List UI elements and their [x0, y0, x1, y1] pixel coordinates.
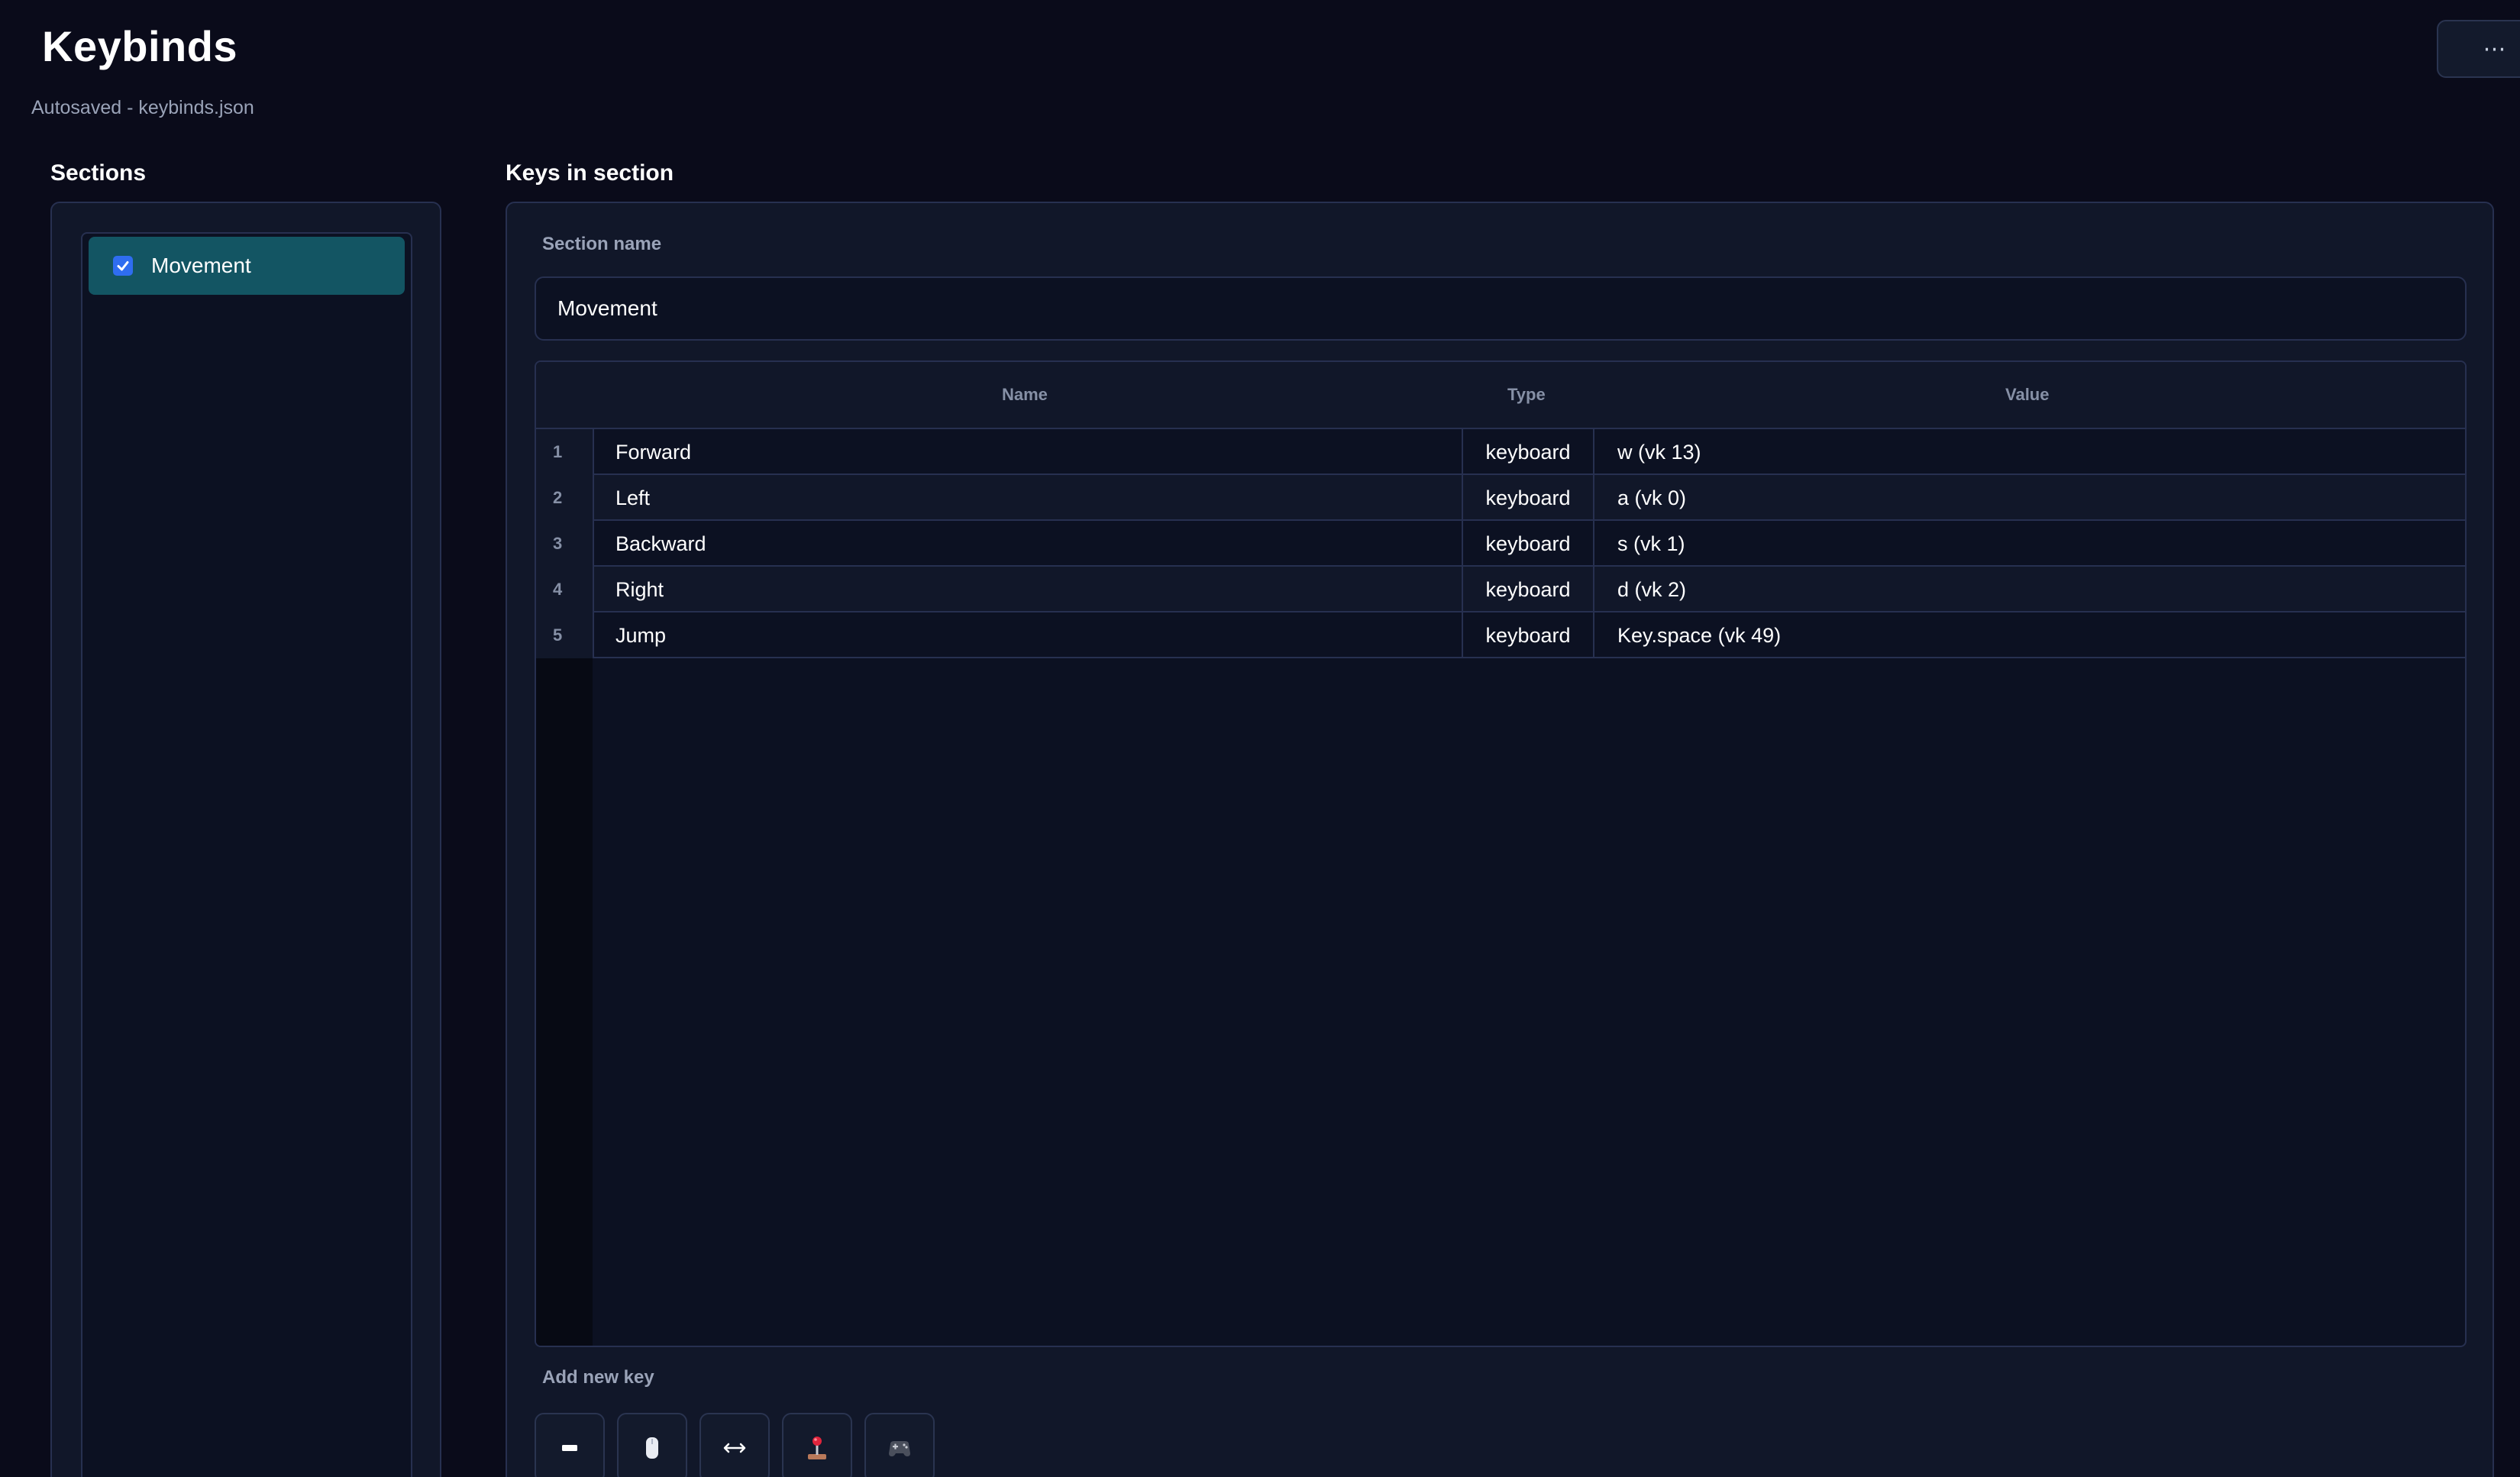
table-body: 1 Forward keyboard w (vk 13) 2 Left keyb… [536, 429, 2465, 658]
key-type-cell[interactable]: keyboard [1462, 567, 1593, 612]
sections-list: Movement [81, 232, 412, 1477]
key-name-cell[interactable]: Backward [593, 521, 1462, 567]
table-row[interactable]: 1 Forward keyboard w (vk 13) [536, 429, 2465, 475]
key-name-cell[interactable]: Left [593, 475, 1462, 521]
key-value-cell[interactable]: d (vk 2) [1593, 567, 2465, 612]
axis-arrows-icon [723, 1443, 746, 1453]
key-type-cell[interactable]: keyboard [1462, 429, 1593, 475]
column-header-type[interactable]: Type [1507, 385, 1546, 405]
sections-heading: Sections [50, 160, 147, 186]
section-item-movement[interactable]: Movement [89, 237, 405, 295]
keyboard-key-icon [562, 1445, 577, 1451]
row-number: 1 [536, 429, 593, 475]
key-type-cell[interactable]: keyboard [1462, 521, 1593, 567]
key-value-cell[interactable]: Key.space (vk 49) [1593, 612, 2465, 658]
key-name-cell[interactable]: Forward [593, 429, 1462, 475]
row-number: 4 [536, 567, 593, 612]
keys-table: Name Type Value 1 Forward keyboard w (vk… [535, 360, 2467, 1347]
table-header: Name Type Value [536, 362, 2465, 429]
column-header-value[interactable]: Value [2005, 385, 2049, 405]
page-title: Keybinds [42, 22, 238, 70]
column-header-name[interactable]: Name [1002, 385, 1048, 405]
table-row[interactable]: 5 Jump keyboard Key.space (vk 49) [536, 612, 2465, 658]
table-row[interactable]: 4 Right keyboard d (vk 2) [536, 567, 2465, 612]
row-number: 5 [536, 612, 593, 658]
add-new-key-label: Add new key [542, 1367, 654, 1388]
key-name-cell[interactable]: Jump [593, 612, 1462, 658]
add-joystick-button[interactable] [782, 1413, 852, 1477]
autosave-status: Autosaved - keybinds.json [31, 97, 254, 118]
key-value-cell[interactable]: a (vk 0) [1593, 475, 2465, 521]
keys-heading: Keys in section [506, 160, 674, 186]
key-value-cell[interactable]: s (vk 1) [1593, 521, 2465, 567]
add-axis-button[interactable] [699, 1413, 770, 1477]
section-name-label: Section name [542, 234, 662, 254]
ellipsis-icon: ⋯ [2483, 36, 2507, 62]
add-mouse-button[interactable] [617, 1413, 687, 1477]
key-type-cell[interactable]: keyboard [1462, 475, 1593, 521]
keybinds-app: Keybinds Autosaved - keybinds.json ⋯ Sec… [0, 0, 2520, 1477]
key-type-cell[interactable]: keyboard [1462, 612, 1593, 658]
key-value-cell[interactable]: w (vk 13) [1593, 429, 2465, 475]
table-row[interactable]: 2 Left keyboard a (vk 0) [536, 475, 2465, 521]
section-checkbox[interactable] [113, 256, 133, 276]
section-item-label: Movement [151, 254, 251, 277]
mouse-icon [646, 1437, 658, 1459]
row-number: 2 [536, 475, 593, 521]
sections-panel: Movement [50, 202, 441, 1477]
check-icon [117, 261, 129, 271]
table-row[interactable]: 3 Backward keyboard s (vk 1) [536, 521, 2465, 567]
row-number: 3 [536, 521, 593, 567]
joystick-icon [808, 1437, 826, 1459]
key-name-cell[interactable]: Right [593, 567, 1462, 612]
add-gamepad-button[interactable] [864, 1413, 935, 1477]
gamepad-icon [889, 1441, 910, 1456]
add-key-button-group [535, 1413, 935, 1477]
keys-panel: Section name Name Type Value 1 Forward k… [506, 202, 2494, 1477]
add-keyboard-key-button[interactable] [535, 1413, 605, 1477]
section-name-input[interactable] [535, 276, 2467, 341]
more-options-button[interactable]: ⋯ [2437, 20, 2520, 78]
